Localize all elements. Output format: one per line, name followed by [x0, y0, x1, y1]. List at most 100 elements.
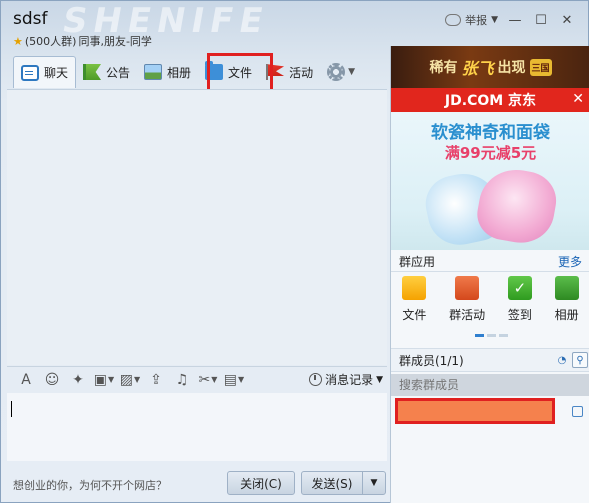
tab-chat[interactable]: 聊天	[13, 56, 77, 88]
chevron-down-icon: ▼	[491, 15, 498, 25]
message-history-button[interactable]: 消息记录 ▼	[309, 371, 387, 388]
message-area[interactable]	[7, 89, 387, 365]
report-button[interactable]: 举报 ▼	[445, 12, 498, 28]
apps-pager	[475, 334, 508, 337]
banner-text: 稀有	[429, 60, 458, 76]
member-list-item-redacted[interactable]	[395, 398, 555, 424]
app-checkin[interactable]: 签到	[507, 276, 532, 330]
font-button[interactable]: A	[13, 369, 39, 391]
app-label: 相册	[554, 308, 579, 322]
chevron-down-icon: ▼	[134, 375, 141, 384]
group-apps-list: 文件 群活动 签到 相册	[391, 276, 589, 330]
ad-link[interactable]: 想创业的你，为何不开个网店？	[13, 477, 167, 493]
group-apps-title: 群应用	[399, 255, 436, 269]
tab-notice[interactable]: 公告	[76, 57, 137, 87]
tab-album[interactable]: 相册	[137, 57, 198, 87]
game-banner-ad[interactable]: 稀有 张飞 出现 三国	[391, 46, 589, 88]
group-activity-icon	[455, 276, 480, 300]
music-button[interactable]: ♫	[169, 369, 195, 391]
clock-icon	[309, 373, 323, 386]
tab-bar: 聊天 公告 相册 文件 活动 ▼	[13, 56, 362, 88]
banner-text-highlight: 张飞	[461, 59, 494, 78]
pager-dot[interactable]	[499, 334, 508, 337]
message-input[interactable]	[7, 393, 387, 461]
text-caret	[11, 401, 12, 417]
more-apps-link[interactable]: 更多	[558, 253, 582, 270]
tab-label: 公告	[106, 65, 131, 80]
window-controls: 举报 ▼ — ☐ ✕	[445, 9, 580, 31]
chevron-down-icon: ▼	[348, 67, 355, 77]
send-button[interactable]: 发送(S)	[301, 471, 363, 495]
tab-label: 聊天	[44, 66, 69, 80]
members-title: 群成员(1/1)	[399, 353, 464, 368]
chevron-down-icon: ▼	[108, 375, 115, 384]
send-options-button[interactable]: ▼	[362, 471, 386, 495]
tab-label: 相册	[167, 65, 192, 80]
banner-logo: 三国	[529, 58, 552, 76]
right-sidebar: 稀有 张飞 出现 三国 JD.COM 京东 ✕ 软瓷神奇和面袋 满99元减5元 …	[390, 46, 589, 503]
group-description: ★ (500人群) 同事,朋友-同学	[13, 33, 152, 49]
smiley-icon: ☺	[44, 371, 60, 388]
gift-button[interactable]: ▣ ▼	[91, 369, 117, 391]
banner-text: 出现	[497, 60, 526, 76]
app-label: 文件	[402, 308, 427, 322]
minimize-button[interactable]: —	[502, 9, 528, 31]
app-album[interactable]: 相册	[554, 276, 579, 330]
chevron-down-icon: ▼	[211, 375, 218, 384]
font-icon: A	[21, 371, 31, 388]
close-window-button[interactable]: ✕	[554, 9, 580, 31]
app-label: 群活动	[449, 308, 486, 322]
image-icon: ▨	[119, 371, 134, 388]
star-icon: ★	[13, 34, 23, 48]
chat-icon	[21, 64, 39, 81]
member-search-input[interactable]	[391, 374, 589, 396]
gear-icon	[327, 63, 346, 81]
edit-icon[interactable]	[572, 406, 583, 417]
album-app-icon	[554, 276, 579, 300]
settings-menu[interactable]: ▼	[320, 57, 362, 87]
checkin-icon	[507, 276, 532, 300]
more-tools-icon: ▤	[223, 371, 238, 388]
search-icon[interactable]: ⚲	[572, 352, 588, 368]
product-ad[interactable]: 软瓷神奇和面袋 满99元减5元	[391, 112, 589, 250]
tab-label: 活动	[289, 65, 314, 80]
input-toolbar: A ☺ ✦ ▣ ▼ ▨ ▼ ⇪ ♫ ✂ ▼ ▤ ▼ 消息记录 ▼	[7, 366, 387, 392]
screenshot-button[interactable]: ✂ ▼	[195, 369, 221, 391]
folder-icon	[205, 61, 224, 80]
app-group-activity[interactable]: 群活动	[449, 276, 485, 330]
members-header: 群成员(1/1) ◔ ⚲	[391, 348, 589, 372]
ad-promo: 满99元减5元	[444, 144, 537, 162]
magic-button[interactable]: ✦	[65, 369, 91, 391]
emoji-button[interactable]: ☺	[39, 369, 65, 391]
tab-label: 文件	[228, 65, 253, 80]
group-tags: 同事,朋友-同学	[78, 35, 152, 48]
close-icon[interactable]: ✕	[572, 91, 584, 107]
pager-dot[interactable]	[475, 334, 484, 337]
activity-flag-icon	[266, 64, 285, 80]
app-files[interactable]: 文件	[402, 276, 426, 330]
jd-ad-header[interactable]: JD.COM 京东 ✕	[391, 88, 589, 112]
image-button[interactable]: ▨ ▼	[117, 369, 143, 391]
group-chat-window: SHENIFE sdsf ★ (500人群) 同事,朋友-同学 举报 ▼ — ☐…	[0, 0, 589, 503]
tab-files[interactable]: 文件	[198, 57, 259, 87]
pager-dot[interactable]	[487, 334, 496, 337]
upload-icon: ⇪	[150, 371, 162, 388]
more-tools-button[interactable]: ▤ ▼	[221, 369, 247, 391]
report-label: 举报	[465, 14, 488, 27]
magic-wand-icon: ✦	[72, 371, 84, 388]
history-label: 消息记录	[325, 373, 374, 387]
group-name[interactable]: sdsf	[13, 9, 48, 29]
chevron-down-icon: ▼	[376, 374, 383, 385]
file-app-icon	[402, 276, 427, 300]
ad-headline: 软瓷神奇和面袋	[431, 123, 550, 143]
scissors-icon: ✂	[198, 371, 211, 388]
maximize-button[interactable]: ☐	[528, 9, 554, 31]
chat-bubble-icon[interactable]: ◔	[554, 352, 570, 368]
members-header-icons: ◔ ⚲	[554, 352, 589, 368]
close-button[interactable]: 关闭(C)	[227, 471, 295, 495]
jd-label: JD.COM 京东	[444, 93, 537, 109]
upload-button[interactable]: ⇪	[143, 369, 169, 391]
tab-activity[interactable]: 活动	[259, 57, 320, 87]
chevron-down-icon: ▼	[238, 375, 245, 384]
group-size: (500人群)	[24, 35, 77, 48]
